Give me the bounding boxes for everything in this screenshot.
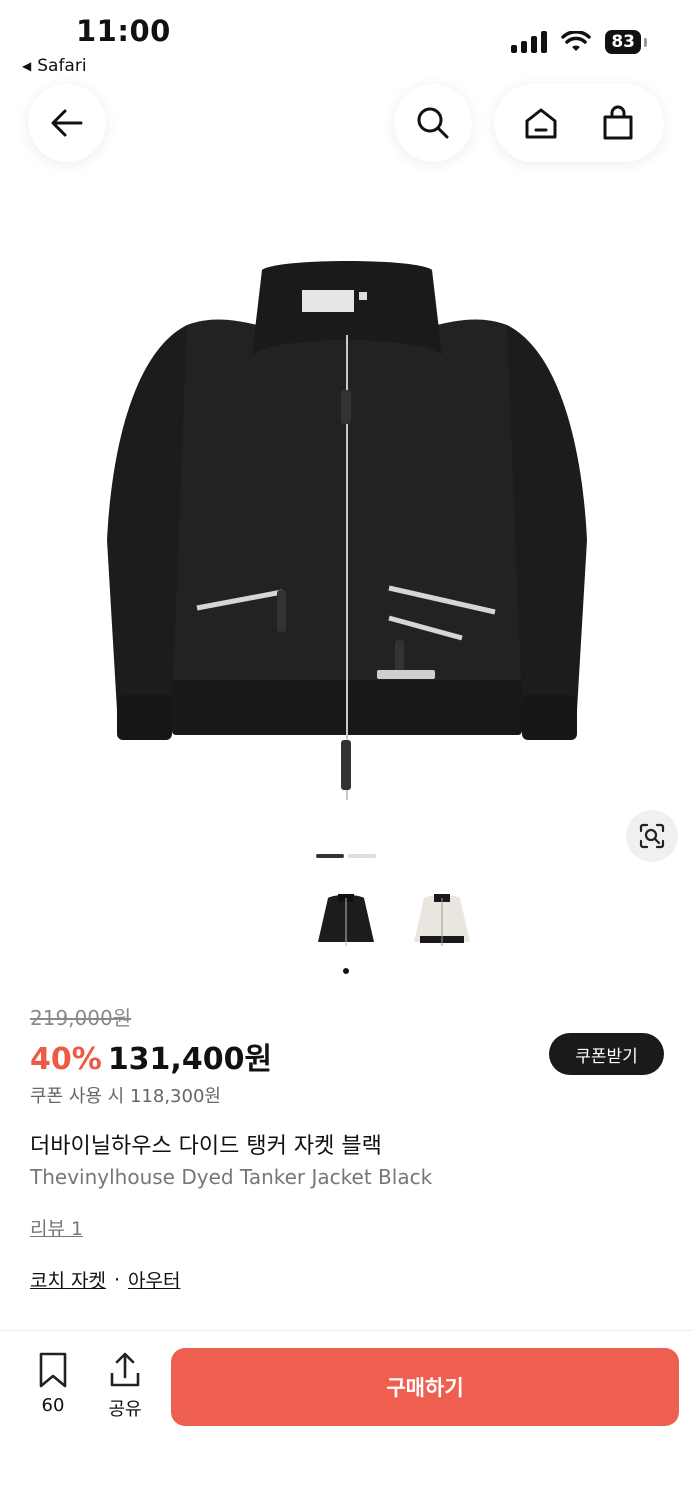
share-label: 공유 [108,1399,142,1420]
battery-level: 83 [605,30,641,54]
search-button[interactable] [394,84,472,162]
ivory-jacket-thumbnail [414,894,470,946]
coupon-download-button[interactable]: 쿠폰받기 [549,1033,664,1075]
share-icon [110,1352,140,1387]
share-button[interactable]: 공유 [102,1351,148,1421]
jacket-photo [106,261,587,800]
arrow-left-icon [51,109,83,137]
discount-rate: 40% [30,1042,102,1077]
cart-button[interactable] [583,88,653,158]
pager-indicator [348,854,376,858]
wifi-icon [561,31,592,51]
shopping-bag-icon [603,105,632,140]
category-separator: · [113,1268,121,1291]
search-icon [417,107,449,139]
home-button[interactable] [506,88,576,158]
category-link-coach-jacket[interactable]: 코치 자켓 [30,1266,106,1293]
back-to-safari[interactable]: ◀ Safari [22,56,87,76]
bottom-action-bar: 60 공유 구매하기 [0,1330,693,1500]
back-button[interactable] [28,84,106,162]
visual-search-icon [639,823,665,849]
image-pager [316,854,376,858]
original-price: 219,000원 [30,1006,132,1030]
product-title-korean: 더바이닐하우스 다이드 탱커 자켓 블랙 [30,1134,382,1159]
product-title-english: Thevinylhouse Dyed Tanker Jacket Black [30,1165,433,1189]
signal-icon [511,31,548,53]
pager-indicator-active [316,854,344,858]
home-cart-group [494,84,664,162]
color-option-ivory[interactable] [404,882,480,958]
product-image[interactable] [0,190,693,850]
color-options [308,882,480,958]
bookmark-button[interactable]: 60 [30,1351,76,1416]
back-triangle-icon: ◀ [22,59,32,73]
coupon-price: 쿠폰 사용 시 118,300원 [30,1086,221,1107]
bookmark-icon [39,1352,67,1388]
black-jacket-thumbnail [318,894,374,946]
status-time: 11:00 [76,14,171,48]
buy-button[interactable]: 구매하기 [171,1348,679,1426]
price-row: 40% 131,400원 [30,1034,272,1078]
category-breadcrumb: 코치 자켓 · 아우터 [30,1266,180,1293]
battery-icon: 83 [605,30,647,54]
color-option-black[interactable] [308,882,384,958]
category-link-outer[interactable]: 아우터 [128,1266,180,1293]
status-indicators: 83 [511,30,647,54]
visual-search-button[interactable] [626,810,678,862]
sale-price: 131,400원 [107,1042,273,1077]
review-link[interactable]: 리뷰 1 [30,1214,83,1241]
bookmark-count: 60 [41,1395,65,1416]
back-app-label: Safari [37,56,87,76]
selected-thumbnail-dot [343,968,349,974]
home-icon [525,108,556,139]
